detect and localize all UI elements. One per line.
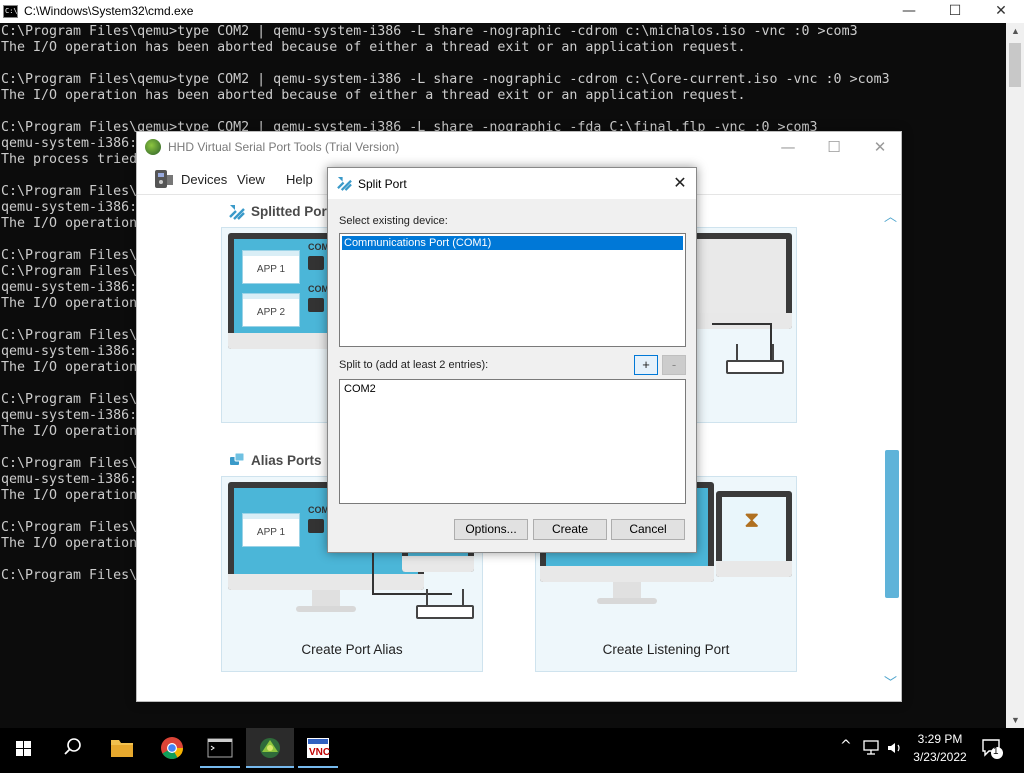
app1-window: APP 1	[242, 250, 300, 284]
taskbar-vnc-viewer[interactable]: VNC	[294, 728, 342, 768]
search-button[interactable]	[48, 728, 96, 768]
scroll-down-arrow-icon[interactable]: ▼	[1011, 715, 1020, 725]
list-item[interactable]: COM2	[344, 383, 376, 395]
cmd-icon	[207, 738, 233, 758]
menu-devices[interactable]: Devices	[181, 172, 227, 187]
serial-devices-icon	[155, 170, 173, 188]
cancel-button[interactable]: Cancel	[611, 519, 685, 540]
file-explorer-icon	[111, 740, 133, 757]
console-line: C:\Program Files\qemu>type COM2 | qemu-s…	[1, 24, 858, 39]
com-label: COM	[308, 505, 329, 515]
split-port-icon	[229, 205, 245, 220]
app1-window: APP 1	[242, 513, 300, 547]
hhd-serial-port-icon	[260, 738, 280, 758]
options-button[interactable]: Options...	[454, 519, 528, 540]
start-icon	[16, 741, 31, 756]
hhd-maximize-button[interactable]: ☐	[811, 134, 857, 160]
hhd-scrollbar[interactable]: ︿ ﹀	[881, 202, 899, 702]
cmd-icon: C:\_	[3, 5, 22, 18]
clock-date[interactable]: 3/23/2022	[913, 750, 967, 764]
create-button[interactable]: Create	[533, 519, 607, 540]
hourglass-icon: ⧗	[744, 507, 760, 532]
com-connector-icon	[308, 256, 324, 270]
scroll-down-chevron-icon[interactable]: ﹀	[884, 672, 897, 691]
split-port-icon	[337, 176, 352, 191]
taskbar-file-explorer[interactable]	[98, 728, 146, 768]
cmd-minimize-button[interactable]: —	[886, 0, 932, 23]
notification-count: 1	[993, 746, 999, 757]
dialog-close-button[interactable]: ✕	[666, 170, 694, 196]
existing-device-label: Select existing device:	[339, 215, 448, 227]
taskbar-chrome[interactable]	[148, 728, 196, 768]
search-icon	[64, 738, 81, 755]
hhd-window-title: HHD Virtual Serial Port Tools (Trial Ver…	[168, 140, 400, 154]
section-title-alias-ports: Alias Ports	[251, 453, 322, 468]
start-button[interactable]	[0, 728, 48, 768]
console-line: C:\Program Files\qemu>type COM2 | qemu-s…	[1, 72, 890, 87]
scroll-up-chevron-icon[interactable]: ︿	[884, 206, 897, 225]
alias-ports-icon	[230, 452, 245, 465]
console-line: The I/O operation has been aborted becau…	[1, 88, 746, 103]
cmd-window-title: C:\Windows\System32\cmd.exe	[24, 4, 194, 18]
action-center-button[interactable]: 1	[980, 736, 1004, 760]
existing-device-list[interactable]: Communications Port (COM1)	[339, 233, 686, 347]
cmd-titlebar[interactable]: C:\_ C:\Windows\System32\cmd.exe — ☐ ✕	[0, 0, 1024, 23]
split-to-label: Split to (add at least 2 entries):	[339, 359, 489, 371]
menu-help[interactable]: Help	[286, 172, 313, 187]
hhd-app-icon	[145, 139, 161, 155]
volume-icon[interactable]	[886, 740, 904, 756]
taskbar-cmd[interactable]	[196, 728, 244, 768]
app2-window: APP 2	[242, 293, 300, 327]
split-port-dialog[interactable]: Split Port ✕ Select existing device: Com…	[327, 167, 697, 553]
taskbar-hhd-serial-port[interactable]	[246, 728, 294, 768]
network-icon[interactable]	[862, 740, 880, 756]
scrollbar-thumb[interactable]	[885, 450, 899, 598]
com-connector-icon	[308, 298, 324, 312]
list-item-selected[interactable]: Communications Port (COM1)	[342, 236, 683, 250]
section-title-splitted-port: Splitted Port	[251, 204, 332, 219]
com-connector-icon	[308, 519, 324, 533]
hhd-close-button[interactable]: ✕	[857, 134, 903, 160]
cmd-maximize-button[interactable]: ☐	[932, 0, 978, 23]
cmd-close-button[interactable]: ✕	[978, 0, 1024, 23]
scrollbar-thumb[interactable]	[1009, 43, 1021, 87]
remove-entry-button[interactable]: -	[662, 355, 686, 375]
router-icon	[416, 589, 474, 619]
hhd-titlebar[interactable]: HHD Virtual Serial Port Tools (Trial Ver…	[137, 132, 901, 162]
dialog-title: Split Port	[358, 177, 407, 191]
dialog-titlebar[interactable]: Split Port ✕	[328, 168, 696, 199]
split-to-list[interactable]: COM2	[339, 379, 686, 504]
com-label: COM	[308, 284, 329, 294]
cmd-scrollbar[interactable]: ▲ ▼	[1006, 23, 1024, 728]
console-line: The I/O operation has been aborted becau…	[1, 40, 746, 55]
menu-view[interactable]: View	[237, 172, 265, 187]
notification-icon	[982, 739, 1003, 759]
vnc-viewer-icon: VNC	[307, 738, 330, 758]
com-label: COM	[308, 242, 329, 252]
scroll-up-arrow-icon[interactable]: ▲	[1011, 26, 1020, 36]
monitor-illustration	[716, 491, 792, 577]
chevron-up-icon[interactable]: ^	[840, 738, 852, 754]
svg-text:VNC: VNC	[309, 747, 330, 758]
card-caption-listening-port: Create Listening Port	[602, 642, 730, 657]
cable-line	[372, 549, 452, 595]
card-caption-port-alias: Create Port Alias	[301, 642, 403, 657]
router-icon	[726, 344, 784, 374]
taskbar: VNC ^ 3:29 PM 3/23/2022 1	[0, 728, 1024, 768]
clock-time[interactable]: 3:29 PM	[913, 732, 967, 746]
chrome-icon	[161, 737, 183, 759]
add-entry-button[interactable]: +	[634, 355, 658, 375]
hhd-minimize-button[interactable]: —	[765, 134, 811, 160]
